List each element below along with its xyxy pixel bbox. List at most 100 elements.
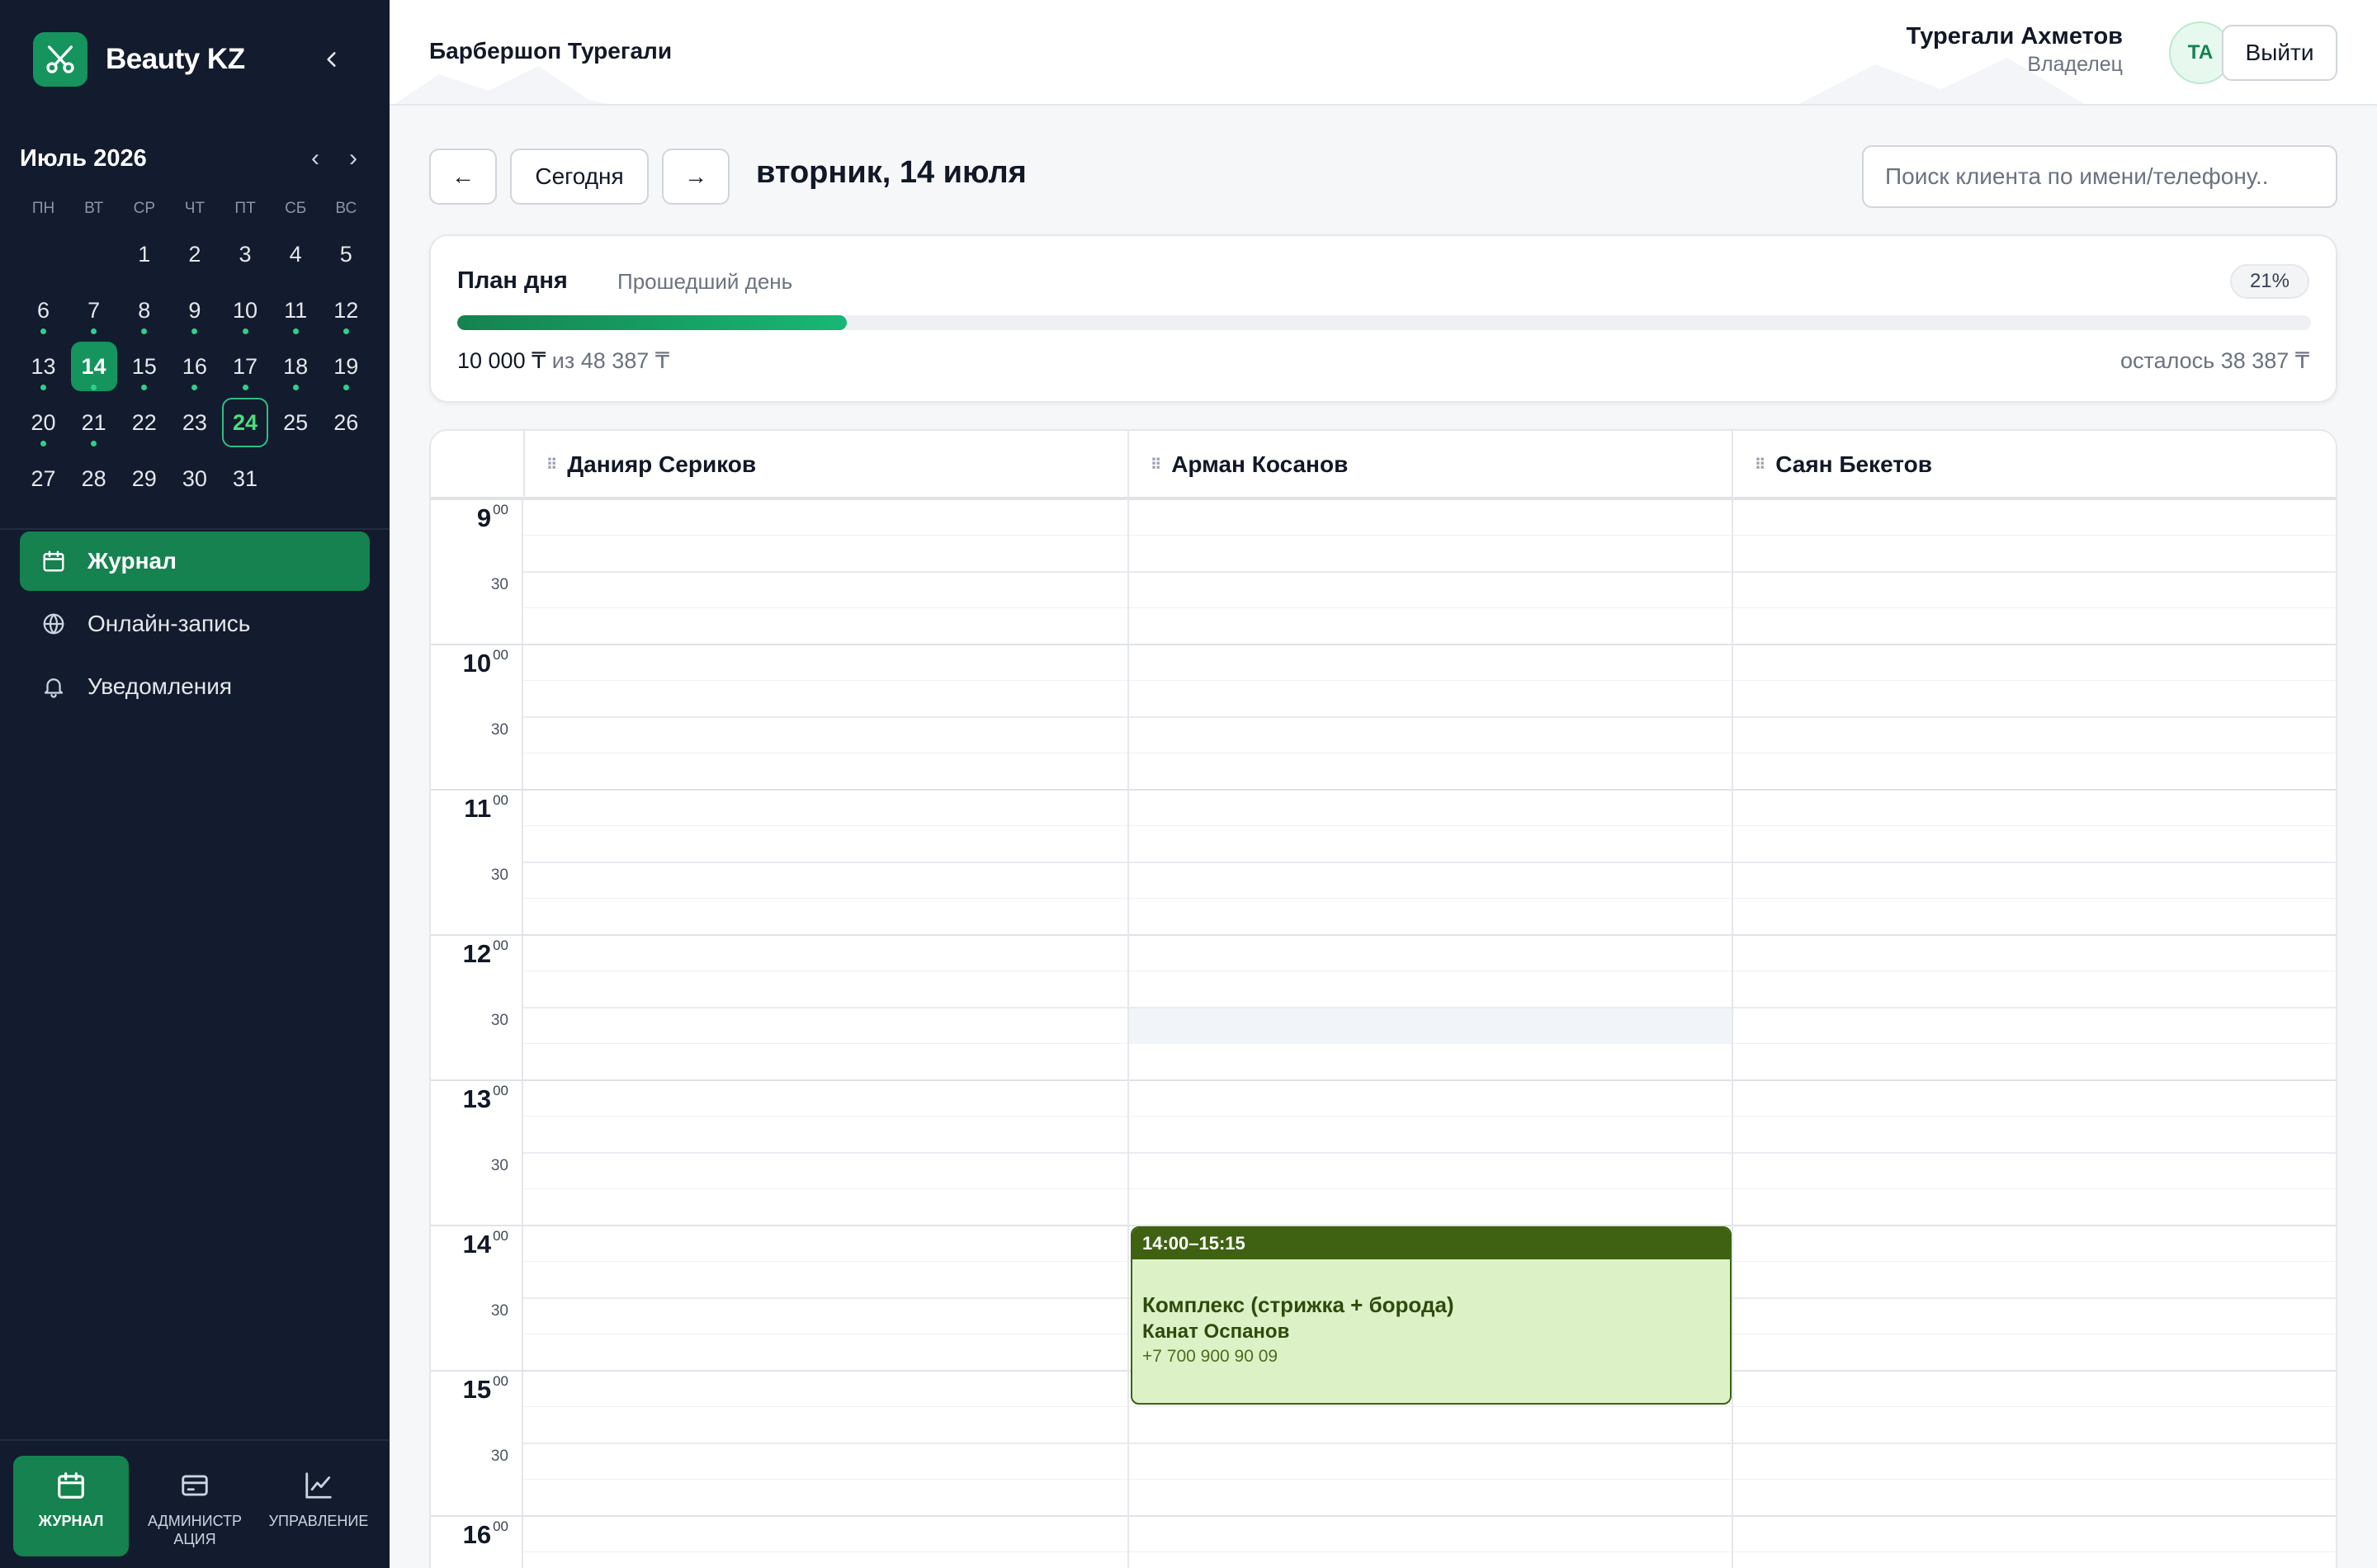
calendar-day[interactable]: 28 (69, 451, 119, 507)
quarter-grid-line (523, 1188, 2336, 1189)
plan-earned: 10 000 ₸ (457, 348, 546, 373)
drag-handle-icon[interactable]: ⠿ (1755, 456, 1765, 474)
staff-column-header[interactable]: ⠿ Арман Косанов (1127, 431, 1732, 498)
calendar-day-number: 6 (37, 297, 50, 323)
calendar-day[interactable]: 25 (271, 394, 321, 451)
calendar-day[interactable]: 1 (119, 226, 169, 282)
plan-title: План дня (457, 267, 568, 294)
bottom-nav-management[interactable]: УПРАВЛЕНИЕ (261, 1456, 376, 1556)
calendar-day[interactable]: 22 (119, 394, 169, 451)
quarter-grid-line (523, 1043, 2336, 1044)
sidebar-item-label: Уведомления (87, 673, 233, 699)
calendar-day[interactable]: 19 (321, 338, 371, 394)
calendar-day[interactable]: 11 (271, 282, 321, 338)
calendar-day[interactable]: 21 (69, 394, 119, 451)
calendar-day-selected[interactable]: 14 (69, 338, 119, 394)
hour-number: 16 (462, 1520, 492, 1549)
has-appointments-dot (40, 328, 47, 334)
previous-day-button[interactable]: ← (429, 149, 497, 205)
calendar-empty-cell (69, 226, 119, 282)
sidebar-item-label: Журнал (87, 548, 177, 574)
calendar-day[interactable]: 26 (321, 394, 371, 451)
drag-handle-icon[interactable]: ⠿ (546, 456, 557, 474)
sidebar-item-online-booking[interactable]: Онлайн-запись (20, 594, 370, 654)
calendar-day-number: 9 (188, 297, 201, 323)
calendar-day[interactable]: 27 (18, 451, 69, 507)
calendar-day[interactable]: 3 (220, 226, 271, 282)
calendar-day[interactable]: 6 (18, 282, 69, 338)
half-hour-label: 30 (490, 1448, 508, 1465)
calendar-day[interactable]: 7 (69, 282, 119, 338)
calendar-day-number: 13 (31, 353, 56, 379)
sidebar-item-journal[interactable]: Журнал (20, 531, 370, 591)
half-hour-label: 30 (490, 1302, 508, 1320)
user-role: Владелец (2027, 53, 2123, 76)
hour-minutes: 00 (493, 1083, 508, 1098)
calendar-day[interactable]: 23 (169, 394, 220, 451)
calendar-day[interactable]: 9 (169, 282, 220, 338)
sidebar-item-label: Онлайн-запись (87, 611, 251, 636)
bottom-nav-administration[interactable]: АДМИНИСТР АЦИЯ (137, 1456, 253, 1556)
staff-schedule: ⠿ Данияр Сериков ⠿ Арман Косанов ⠿ Саян … (429, 429, 2337, 1568)
calendar-day-number: 26 (333, 409, 359, 435)
hour-number: 12 (462, 939, 492, 968)
today-button[interactable]: Сегодня (510, 149, 649, 205)
bottom-nav-journal[interactable]: ЖУРНАЛ (13, 1456, 129, 1556)
bottom-nav-label: УПРАВЛЕНИЕ (268, 1513, 369, 1529)
brand[interactable]: Beauty KZ (33, 31, 245, 87)
staff-column-header[interactable]: ⠿ Саян Бекетов (1732, 431, 2336, 498)
divider (0, 528, 390, 530)
calendar-day[interactable]: 29 (119, 451, 169, 507)
mini-calendar-header: Июль 2026 ‹ › (20, 142, 370, 175)
hovered-time-slot[interactable] (1129, 1007, 1732, 1043)
calendar-day-number: 31 (233, 465, 258, 491)
calendar-day[interactable]: 15 (119, 338, 169, 394)
calendar-day[interactable]: 30 (169, 451, 220, 507)
calendar-day[interactable]: 8 (119, 282, 169, 338)
hour-label: 14 00 (463, 1228, 508, 1259)
half-grid-line (523, 571, 2336, 573)
bottom-nav-label: АЦИЯ (173, 1531, 216, 1547)
sidebar-item-notifications[interactable]: Уведомления (20, 657, 370, 716)
hour-minutes: 00 (493, 937, 508, 953)
logout-button[interactable]: Выйти (2222, 25, 2337, 81)
hour-grid-line (431, 1079, 2336, 1081)
half-hour-label: 30 (490, 576, 508, 593)
calendar-day[interactable]: 20 (18, 394, 69, 451)
calendar-day[interactable]: 2 (169, 226, 220, 282)
calendar-day[interactable]: 18 (271, 338, 321, 394)
calendar-icon (40, 547, 68, 575)
calendar-day-number: 1 (138, 241, 151, 267)
calendar-day[interactable]: 12 (321, 282, 371, 338)
scissors-icon (33, 32, 87, 87)
calendar-next-month-button[interactable]: › (338, 142, 368, 175)
next-day-button[interactable]: → (662, 149, 730, 205)
drag-handle-icon[interactable]: ⠿ (1151, 456, 1161, 474)
calendar-day-number: 3 (239, 241, 252, 267)
calendar-day[interactable]: 10 (220, 282, 271, 338)
bottom-nav-label: ЖУРНАЛ (38, 1513, 104, 1529)
hour-label: 16 00 (462, 1518, 508, 1550)
calendar-day-number: 7 (87, 297, 101, 323)
plan-status: Прошедший день (617, 269, 793, 294)
calendar-day[interactable]: 17 (220, 338, 271, 394)
calendar-day[interactable]: 5 (321, 226, 371, 282)
hour-number: 15 (462, 1375, 492, 1404)
staff-column-header[interactable]: ⠿ Данияр Сериков (523, 431, 1127, 498)
quarter-grid-line (523, 1551, 2336, 1552)
calendar-day-today[interactable]: 24 (220, 394, 271, 451)
calendar-day[interactable]: 4 (271, 226, 321, 282)
calendar-day[interactable]: 16 (169, 338, 220, 394)
calendar-day[interactable]: 13 (18, 338, 69, 394)
calendar-prev-month-button[interactable]: ‹ (300, 142, 330, 175)
appointment-client: Канат Оспанов (1142, 1320, 1290, 1343)
calendar-day[interactable]: 31 (220, 451, 271, 507)
column-separator (1127, 498, 1129, 1568)
calendar-day-number: 25 (283, 409, 309, 435)
mini-calendar-grid: ПН ВТ СР ЧТ ПТ СБ ВС 1 2 3 4 5 6 7 8 9 10 11 12 13 14 15 16 17 1… (18, 191, 371, 507)
staff-name: Арман Косанов (1171, 451, 1349, 477)
appointment-card[interactable]: 14:00–15:15 Комплекс (стрижка + борода) … (1131, 1226, 1732, 1405)
client-search-input[interactable] (1862, 145, 2337, 208)
collapse-sidebar-chevron-left-icon[interactable] (314, 41, 350, 78)
quarter-grid-line (523, 607, 2336, 608)
